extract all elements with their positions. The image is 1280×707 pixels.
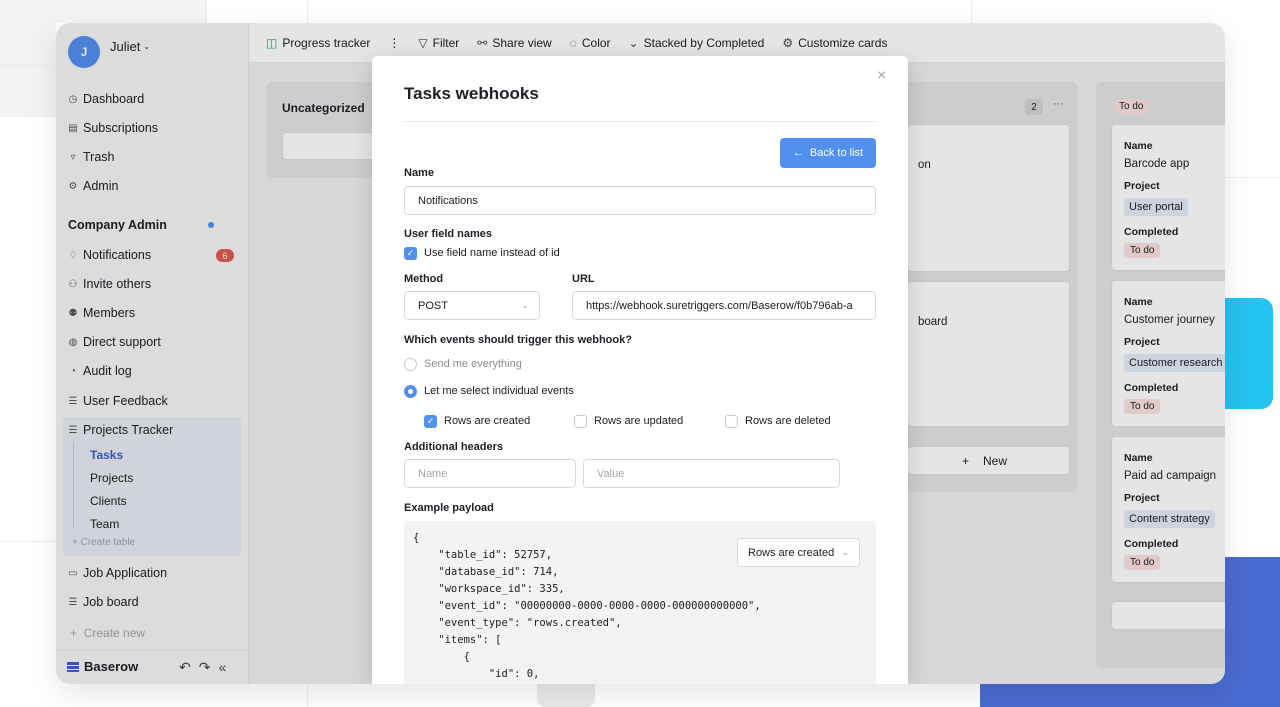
back-to-list-label: Back to list [809, 147, 864, 159]
background-block [56, 0, 206, 23]
chevron-down-icon: ⌄ [841, 547, 849, 557]
background-line [206, 0, 207, 23]
payload-code: { "table_id": 52757, "database_id": 714,… [413, 530, 761, 683]
webhook-name-input[interactable]: Notifications [404, 186, 876, 215]
webhooks-modal: Tasks webhooks × ← Back to list Name Not… [372, 56, 908, 684]
select-individual-radio[interactable] [404, 385, 417, 398]
rows-updated-checkbox[interactable] [574, 415, 587, 428]
background-line [307, 0, 308, 23]
decorative-shape-gray [537, 680, 595, 707]
code-line: { [413, 651, 470, 663]
app-window: J Juliet ⌄ ◷ Dashboard ▤ Subscriptions ▿… [56, 23, 1225, 684]
header-name-input[interactable]: Name [404, 459, 576, 488]
method-select[interactable]: POST ⌄ [404, 291, 540, 320]
use-field-names-checkbox[interactable]: ✓ [404, 247, 417, 260]
name-label: Name [404, 167, 434, 179]
send-everything-label[interactable]: Send me everything [424, 358, 522, 370]
url-value: https://webhook.suretriggers.com/Baserow… [586, 299, 853, 312]
use-field-names-label[interactable]: Use field name instead of id [424, 247, 560, 259]
webhook-name-value: Notifications [418, 194, 478, 207]
code-line: "id": 0, [413, 668, 540, 680]
select-individual-label[interactable]: Let me select individual events [424, 385, 574, 397]
background-block [0, 0, 56, 117]
code-line: "event_id": "00000000-0000-0000-0000-000… [413, 600, 761, 612]
background-line [971, 0, 972, 23]
back-to-list-button[interactable]: ← Back to list [780, 138, 876, 168]
user-field-names-label: User field names [404, 228, 493, 240]
background-line [1225, 177, 1280, 178]
header-value-input[interactable]: Value [583, 459, 840, 488]
background-line [307, 684, 308, 707]
payload-event-value: Rows are created [748, 546, 835, 559]
events-label: Which events should trigger this webhook… [404, 334, 632, 346]
background-line [0, 64, 56, 65]
header-name-placeholder: Name [418, 467, 448, 480]
code-line: "database_id": 714, [413, 566, 559, 578]
header-value-placeholder: Value [597, 467, 625, 480]
rows-deleted-label[interactable]: Rows are deleted [745, 415, 831, 427]
chevron-down-icon: ⌄ [521, 300, 529, 310]
additional-headers-label: Additional headers [404, 441, 504, 453]
code-line: "workspace_id": 335, [413, 583, 565, 595]
code-line: "event_type": "rows.created", [413, 617, 622, 629]
background-line [0, 541, 56, 542]
code-line: "items": [ [413, 634, 502, 646]
rows-created-checkbox[interactable]: ✓ [424, 415, 437, 428]
rows-updated-label[interactable]: Rows are updated [594, 415, 683, 427]
code-line: { [413, 532, 420, 544]
example-payload: { "table_id": 52757, "database_id": 714,… [404, 521, 876, 684]
modal-title: Tasks webhooks [404, 84, 539, 103]
method-value: POST [418, 299, 448, 312]
payload-event-select[interactable]: Rows are created ⌄ [737, 538, 860, 567]
url-input[interactable]: https://webhook.suretriggers.com/Baserow… [572, 291, 876, 320]
example-payload-label: Example payload [404, 502, 494, 514]
divider [404, 121, 876, 122]
close-icon[interactable]: × [877, 67, 886, 85]
code-line: "table_id": 52757, [413, 549, 553, 561]
url-label: URL [572, 273, 595, 285]
arrow-left-icon: ← [792, 147, 804, 159]
send-everything-radio[interactable] [404, 358, 417, 371]
rows-created-label[interactable]: Rows are created [444, 415, 530, 427]
rows-deleted-checkbox[interactable] [725, 415, 738, 428]
method-label: Method [404, 273, 444, 285]
